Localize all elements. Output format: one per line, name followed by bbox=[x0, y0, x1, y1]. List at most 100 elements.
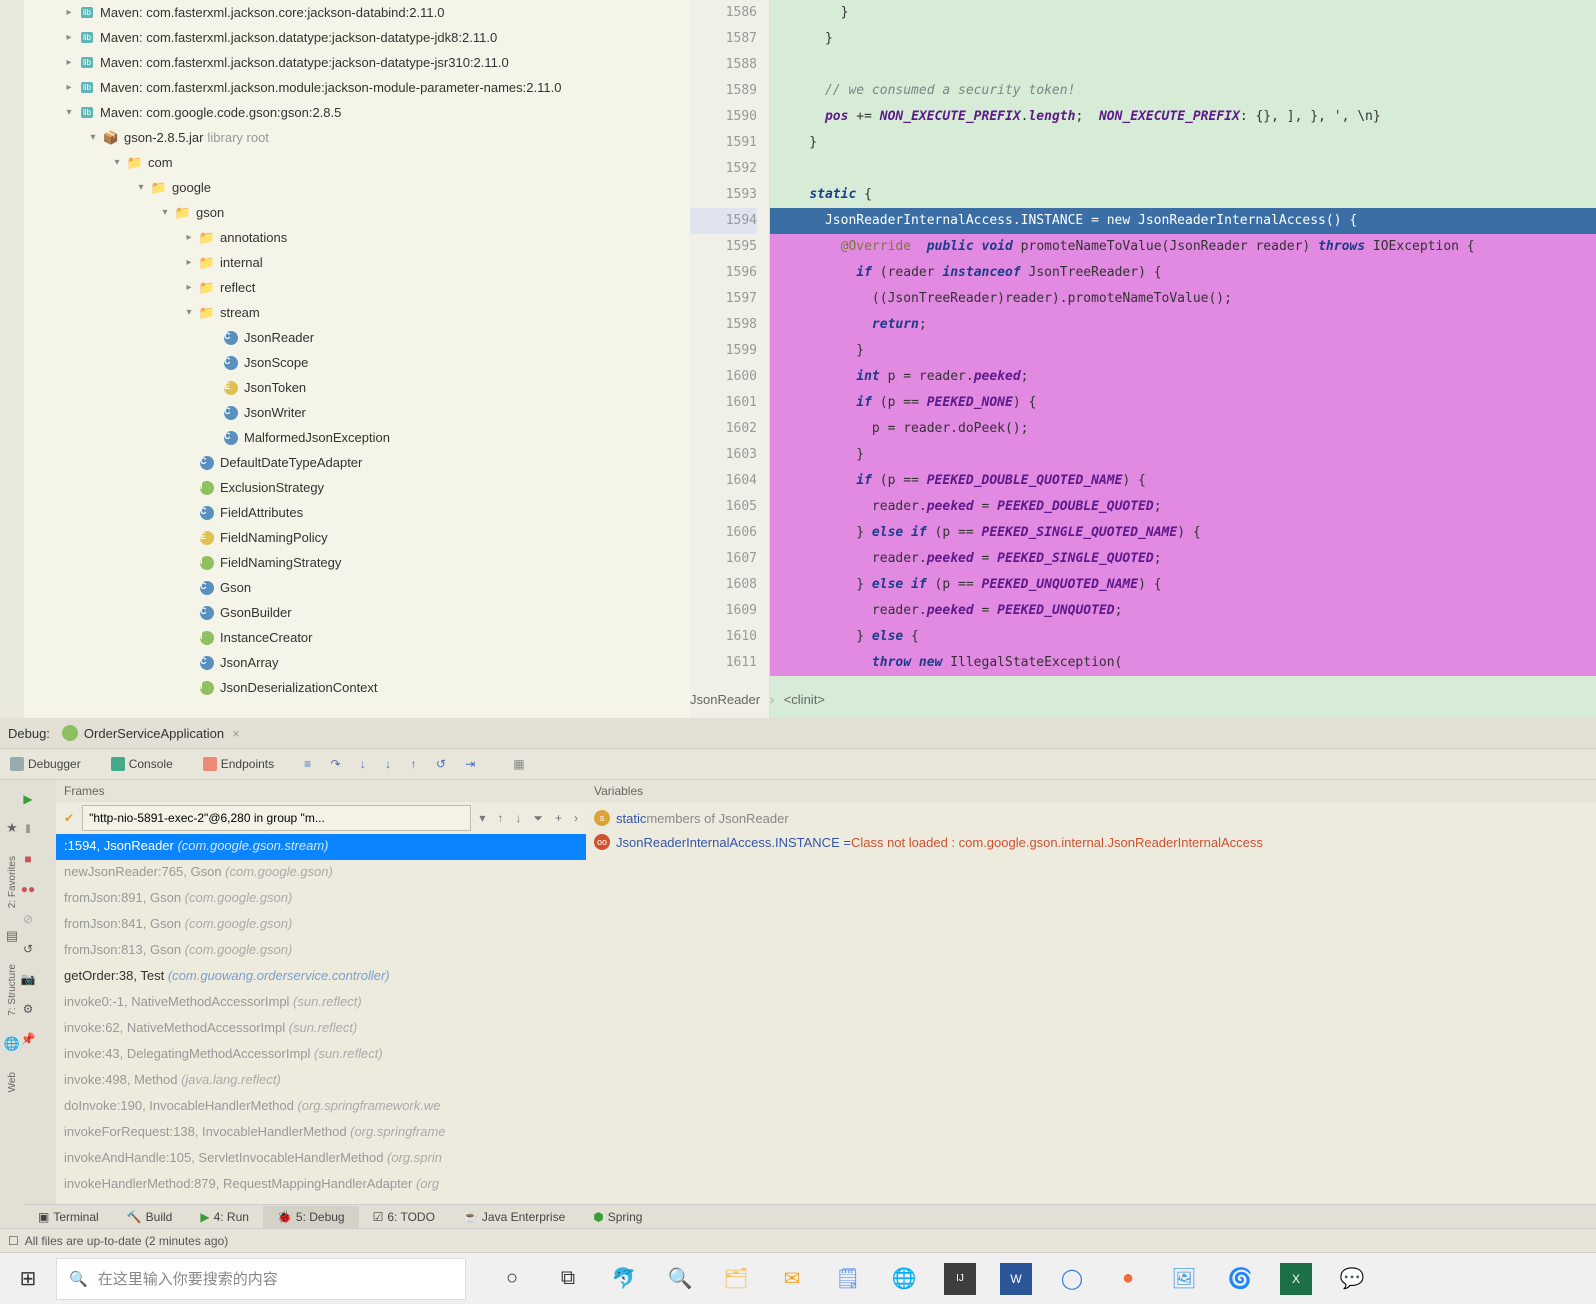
add-icon[interactable]: + bbox=[551, 811, 566, 825]
tree-row[interactable]: ▾📁google bbox=[24, 175, 690, 200]
app-todo-icon[interactable]: ◯ bbox=[1056, 1263, 1088, 1295]
tree-row[interactable]: ▸📁annotations bbox=[24, 225, 690, 250]
tab-build[interactable]: 🔨Build bbox=[113, 1206, 187, 1228]
line-number[interactable]: 1595 bbox=[690, 234, 757, 260]
tree-row[interactable]: ▸libMaven: com.fasterxml.jackson.datatyp… bbox=[24, 25, 690, 50]
breadcrumb[interactable]: JsonReader › <clinit> bbox=[690, 692, 825, 707]
start-button[interactable]: ⊞ bbox=[0, 1253, 56, 1304]
code-line[interactable]: if (p == PEEKED_DOUBLE_QUOTED_NAME) { bbox=[770, 468, 1596, 494]
app-foxmail-icon[interactable]: ✉ bbox=[776, 1263, 808, 1295]
code-line[interactable]: } bbox=[770, 130, 1596, 156]
code-line[interactable]: } else if (p == PEEKED_SINGLE_QUOTED_NAM… bbox=[770, 520, 1596, 546]
tree-row[interactable]: ▸📁reflect bbox=[24, 275, 690, 300]
tree-row[interactable]: CMalformedJsonException bbox=[24, 425, 690, 450]
line-number[interactable]: 1596 bbox=[690, 260, 757, 286]
run-config-name[interactable]: OrderServiceApplication bbox=[84, 726, 224, 741]
app-word-icon[interactable]: W bbox=[1000, 1263, 1032, 1295]
line-number[interactable]: 1586 bbox=[690, 0, 757, 26]
line-number[interactable]: 1608 bbox=[690, 572, 757, 598]
tree-row[interactable]: CGsonBuilder bbox=[24, 600, 690, 625]
tree-row[interactable]: IJsonDeserializationContext bbox=[24, 675, 690, 700]
app-everything-icon[interactable]: 🔍 bbox=[664, 1263, 696, 1295]
next-frame-icon[interactable]: ↓ bbox=[511, 811, 525, 825]
star-icon[interactable]: ★ bbox=[6, 820, 18, 836]
chevron-right-icon[interactable]: ▸ bbox=[60, 79, 78, 97]
more-icon[interactable]: › bbox=[570, 811, 582, 825]
app-excel-icon[interactable]: X bbox=[1280, 1263, 1312, 1295]
tree-row[interactable]: EFieldNamingPolicy bbox=[24, 525, 690, 550]
stack-frame[interactable]: invoke:43, DelegatingMethodAccessorImpl … bbox=[56, 1042, 586, 1068]
tab-debug[interactable]: 🐞5: Debug bbox=[263, 1206, 359, 1228]
stack-frame[interactable]: newJsonReader:765, Gson (com.google.gson… bbox=[56, 860, 586, 886]
code-line[interactable]: p = reader.doPeek(); bbox=[770, 416, 1596, 442]
app-photos-icon[interactable]: 🖼 bbox=[1168, 1263, 1200, 1295]
code-line[interactable]: reader.peeked = PEEKED_UNQUOTED; bbox=[770, 598, 1596, 624]
stack-frame[interactable]: getOrder:38, Test (com.guowang.orderserv… bbox=[56, 964, 586, 990]
line-number[interactable]: 1588 bbox=[690, 52, 757, 78]
stack-frame[interactable]: invoke:62, NativeMethodAccessorImpl (sun… bbox=[56, 1016, 586, 1042]
web-tool[interactable]: Web bbox=[7, 1072, 18, 1092]
tab-run[interactable]: ▶4: Run bbox=[186, 1206, 263, 1228]
stack-frame[interactable]: invokeAndHandle:105, ServletInvocableHan… bbox=[56, 1146, 586, 1172]
chevron-right-icon[interactable]: ▸ bbox=[60, 29, 78, 47]
cortana-icon[interactable]: ○ bbox=[496, 1263, 528, 1295]
resume-icon[interactable]: ▶ bbox=[16, 787, 40, 811]
line-number[interactable]: 1589 bbox=[690, 78, 757, 104]
chevron-right-icon[interactable]: ▸ bbox=[60, 4, 78, 22]
variable-row[interactable]: sstatic members of JsonReader bbox=[594, 806, 1588, 830]
chevron-down-icon[interactable]: ▾ bbox=[84, 129, 102, 147]
code-line[interactable]: pos += NON_EXECUTE_PREFIX.length; NON_EX… bbox=[770, 104, 1596, 130]
app-mysql-icon[interactable]: 🐬 bbox=[608, 1263, 640, 1295]
line-number[interactable]: 1607 bbox=[690, 546, 757, 572]
code-line[interactable]: } else { bbox=[770, 624, 1596, 650]
structure-tool[interactable]: 7: Structure bbox=[7, 964, 18, 1016]
chevron-down-icon[interactable]: ▾ bbox=[475, 811, 489, 825]
stack-frame[interactable]: fromJson:891, Gson (com.google.gson) bbox=[56, 886, 586, 912]
code-line[interactable]: } bbox=[770, 0, 1596, 26]
code-line[interactable]: JsonReaderInternalAccess.INSTANCE = new … bbox=[770, 208, 1596, 234]
stack-frame[interactable]: doInvoke:190, InvocableHandlerMethod (or… bbox=[56, 1094, 586, 1120]
code-line[interactable]: if (p == PEEKED_NONE) { bbox=[770, 390, 1596, 416]
project-tree[interactable]: ▸libMaven: com.fasterxml.jackson.core:ja… bbox=[24, 0, 690, 718]
line-number[interactable]: 1609 bbox=[690, 598, 757, 624]
stack-frame[interactable]: :1594, JsonReader (com.google.gson.strea… bbox=[56, 834, 586, 860]
tab-todo[interactable]: ☑6: TODO bbox=[359, 1206, 449, 1228]
thread-selector[interactable]: ✔ ▾ ↑ ↓ ⏷ + › bbox=[56, 802, 586, 834]
line-number[interactable]: 1603 bbox=[690, 442, 757, 468]
code-line[interactable]: } bbox=[770, 338, 1596, 364]
filter-icon[interactable]: ⏷ bbox=[529, 811, 547, 826]
line-number[interactable]: 1611 bbox=[690, 650, 757, 676]
line-number[interactable]: 1591 bbox=[690, 130, 757, 156]
app-edge-icon[interactable]: 🌀 bbox=[1224, 1263, 1256, 1295]
tab-endpoints[interactable]: Endpoints bbox=[197, 753, 280, 775]
tree-row[interactable]: CJsonScope bbox=[24, 350, 690, 375]
tree-row[interactable]: ▾📁com bbox=[24, 150, 690, 175]
stack-frame[interactable]: invoke0:-1, NativeMethodAccessorImpl (su… bbox=[56, 990, 586, 1016]
tree-row[interactable]: ▾libMaven: com.google.code.gson:gson:2.8… bbox=[24, 100, 690, 125]
tree-row[interactable]: CJsonWriter bbox=[24, 400, 690, 425]
taskbar-search[interactable]: 🔍 在这里输入你要搜索的内容 bbox=[56, 1258, 466, 1300]
line-number[interactable]: 1610 bbox=[690, 624, 757, 650]
code-editor[interactable]: } } // we consumed a security token! pos… bbox=[770, 0, 1596, 718]
app-intellij-icon[interactable]: IJ bbox=[944, 1263, 976, 1295]
structure-icon[interactable]: ▤ bbox=[6, 928, 18, 944]
tab-debugger[interactable]: Debugger bbox=[4, 753, 87, 775]
line-number[interactable]: 1592 bbox=[690, 156, 757, 182]
app-wechat-icon[interactable]: 💬 bbox=[1336, 1263, 1368, 1295]
app-explorer-icon[interactable]: 🗂 bbox=[720, 1263, 752, 1295]
app-sticky-icon[interactable]: 🗒 bbox=[832, 1263, 864, 1295]
code-line[interactable]: } bbox=[770, 26, 1596, 52]
chevron-right-icon[interactable]: ▸ bbox=[180, 279, 198, 297]
chevron-right-icon[interactable]: ▸ bbox=[180, 254, 198, 272]
tree-row[interactable]: ▾📁stream bbox=[24, 300, 690, 325]
thread-input[interactable] bbox=[82, 805, 471, 831]
chevron-right-icon[interactable]: ▸ bbox=[60, 54, 78, 72]
web-icon[interactable]: 🌐 bbox=[4, 1036, 20, 1052]
code-line[interactable]: } bbox=[770, 442, 1596, 468]
stack-frame[interactable]: fromJson:813, Gson (com.google.gson) bbox=[56, 938, 586, 964]
tree-row[interactable]: CGson bbox=[24, 575, 690, 600]
tree-row[interactable]: ▸libMaven: com.fasterxml.jackson.module:… bbox=[24, 75, 690, 100]
line-number[interactable]: 1597 bbox=[690, 286, 757, 312]
tree-row[interactable]: ▸libMaven: com.fasterxml.jackson.datatyp… bbox=[24, 50, 690, 75]
stack-frame[interactable]: fromJson:841, Gson (com.google.gson) bbox=[56, 912, 586, 938]
